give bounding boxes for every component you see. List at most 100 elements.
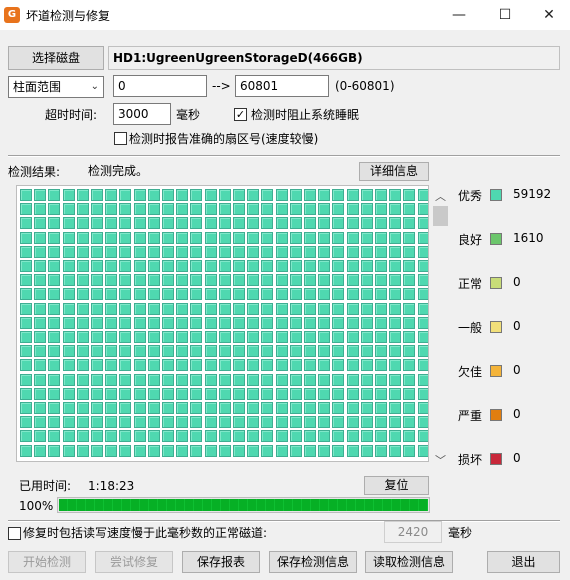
grid-block <box>346 260 359 272</box>
grid-scrollbar[interactable] <box>432 185 449 470</box>
grid-block <box>91 416 103 429</box>
grid-block <box>62 430 75 443</box>
start-check-button[interactable]: 开始检测 <box>8 551 86 573</box>
timeout-input[interactable]: 3000 <box>113 103 171 125</box>
try-repair-button[interactable]: 尝试修复 <box>95 551 173 573</box>
grid-block <box>332 331 345 343</box>
result-status: 检测完成。 <box>88 164 149 178</box>
grid-block <box>105 387 118 400</box>
grid-block <box>261 331 274 343</box>
grid-block <box>375 189 387 201</box>
grid-block <box>62 416 75 429</box>
details-button[interactable]: 详细信息 <box>359 162 429 181</box>
grid-block <box>105 189 118 201</box>
scrollbar-thumb[interactable] <box>433 206 448 226</box>
grid-block <box>162 402 174 414</box>
scroll-down-icon[interactable]: ﹀ <box>432 452 449 468</box>
grid-block <box>389 231 402 244</box>
block-grid <box>16 185 429 462</box>
grid-block <box>119 217 132 230</box>
range-end-input[interactable]: 60801 <box>235 75 329 97</box>
close-button[interactable]: ✕ <box>526 0 570 30</box>
repair-slow-checkbox[interactable] <box>8 527 21 540</box>
legend-count: 1610 <box>513 231 544 245</box>
legend-swatch <box>490 189 502 201</box>
grid-block <box>403 316 416 329</box>
grid-block <box>105 274 118 287</box>
grid-block <box>48 203 61 216</box>
grid-block <box>34 387 47 400</box>
grid-block <box>133 402 146 414</box>
grid-block <box>133 373 146 386</box>
grid-block <box>233 444 245 457</box>
report-sector-checkbox[interactable] <box>114 132 127 145</box>
grid-block <box>62 217 75 230</box>
grid-block <box>218 345 231 358</box>
grid-block <box>275 430 288 443</box>
grid-block <box>261 274 274 287</box>
grid-block <box>275 260 288 272</box>
grid-block <box>133 260 146 272</box>
grid-block <box>204 274 217 287</box>
grid-block <box>62 288 75 301</box>
grid-block <box>332 416 345 429</box>
grid-block <box>360 430 373 443</box>
minimize-button[interactable]: — <box>436 0 482 30</box>
grid-block <box>133 274 146 287</box>
grid-block <box>403 402 416 414</box>
select-disk-button[interactable]: 选择磁盘 <box>8 46 104 70</box>
scroll-up-icon[interactable]: ︿ <box>432 188 449 204</box>
grid-block <box>76 444 89 457</box>
grid-block <box>162 260 174 272</box>
grid-block <box>247 373 260 386</box>
grid-block <box>176 274 189 287</box>
grid-block <box>20 331 32 343</box>
range-mode-dropdown[interactable]: 柱面范围 ⌄ <box>8 76 104 98</box>
grid-block <box>318 345 331 358</box>
grid-block <box>417 245 428 258</box>
grid-block <box>304 274 316 287</box>
grid-block <box>247 288 260 301</box>
grid-block <box>289 416 302 429</box>
grid-block <box>289 444 302 457</box>
grid-block <box>318 231 331 244</box>
grid-block <box>261 416 274 429</box>
load-check-info-button[interactable]: 读取检测信息 <box>365 551 453 573</box>
grid-block <box>389 345 402 358</box>
legend-count: 0 <box>513 451 521 465</box>
grid-block <box>147 373 160 386</box>
grid-block <box>176 245 189 258</box>
grid-block <box>247 316 260 329</box>
grid-block <box>133 288 146 301</box>
grid-block <box>275 231 288 244</box>
grid-block <box>403 302 416 315</box>
grid-block <box>417 231 428 244</box>
exit-button[interactable]: 退出 <box>487 551 560 573</box>
grid-block <box>20 189 32 201</box>
grid-block <box>261 288 274 301</box>
grid-block <box>105 373 118 386</box>
prevent-sleep-checkbox[interactable]: ✓ <box>234 108 247 121</box>
grid-block <box>62 189 75 201</box>
reset-button[interactable]: 复位 <box>364 476 429 495</box>
save-check-info-button[interactable]: 保存检测信息 <box>269 551 357 573</box>
grid-block <box>119 373 132 386</box>
grid-block <box>204 359 217 372</box>
grid-block <box>176 203 189 216</box>
grid-block <box>147 274 160 287</box>
grid-block <box>62 274 75 287</box>
grid-block <box>20 316 32 329</box>
grid-block <box>389 402 402 414</box>
grid-block <box>176 217 189 230</box>
grid-block <box>346 274 359 287</box>
range-start-input[interactable]: 0 <box>113 75 207 97</box>
grid-block <box>289 274 302 287</box>
maximize-button[interactable]: ☐ <box>482 0 528 30</box>
grid-block <box>304 359 316 372</box>
grid-block <box>176 402 189 414</box>
save-report-button[interactable]: 保存报表 <box>182 551 260 573</box>
repair-ms-input[interactable]: 2420 <box>384 521 442 543</box>
grid-block <box>133 430 146 443</box>
grid-block <box>162 316 174 329</box>
grid-block <box>176 373 189 386</box>
